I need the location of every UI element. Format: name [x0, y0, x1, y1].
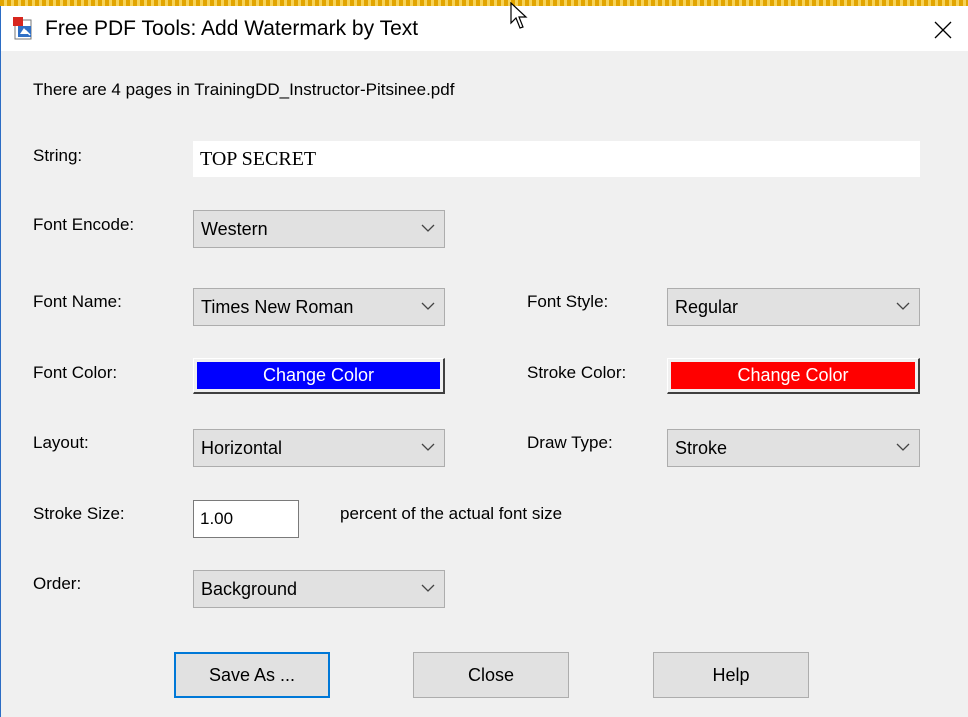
stroke-size-suffix: percent of the actual font size: [340, 504, 563, 523]
font-name-value: Times New Roman: [201, 297, 354, 317]
chevron-down-icon: [421, 584, 435, 592]
font-encode-label: Font Encode:: [33, 215, 135, 234]
mouse-cursor-icon: [510, 2, 528, 29]
chevron-down-icon: [421, 443, 435, 451]
close-icon: [934, 21, 952, 39]
stroke-size-input[interactable]: 1.00: [193, 500, 299, 538]
stroke-color-label: Stroke Color:: [527, 363, 627, 382]
page-count-text: There are 4 pages in TrainingDD_Instruct…: [33, 80, 455, 99]
font-encode-select[interactable]: Western: [193, 210, 445, 248]
stroke-color-button-label: Change Color: [737, 365, 849, 385]
close-button[interactable]: Close: [413, 652, 569, 698]
chevron-down-icon: [421, 302, 435, 310]
font-color-label: Font Color:: [33, 363, 118, 382]
chevron-down-icon: [421, 224, 435, 232]
stroke-color-swatch: Change Color: [671, 362, 915, 389]
draw-type-label: Draw Type:: [527, 433, 613, 452]
string-label: String:: [33, 146, 83, 165]
stroke-size-label: Stroke Size:: [33, 504, 125, 523]
watermark-string-input[interactable]: TOP SECRET: [193, 141, 920, 177]
window-left-border: [0, 6, 1, 717]
font-name-select[interactable]: Times New Roman: [193, 288, 445, 326]
order-label: Order:: [33, 574, 82, 593]
order-value: Background: [201, 579, 298, 599]
stroke-color-button[interactable]: Change Color: [667, 358, 920, 394]
font-color-swatch: Change Color: [197, 362, 440, 389]
chevron-down-icon: [896, 302, 910, 310]
draw-type-value: Stroke: [675, 438, 728, 458]
help-button[interactable]: Help: [653, 652, 809, 698]
pdf-document-icon: [13, 17, 32, 40]
font-style-select[interactable]: Regular: [667, 288, 920, 326]
font-color-button[interactable]: Change Color: [193, 358, 445, 394]
title-bar: Free PDF Tools: Add Watermark by Text: [1, 6, 968, 51]
font-encode-value: Western: [201, 219, 268, 239]
font-style-value: Regular: [675, 297, 739, 317]
window-title: Free PDF Tools: Add Watermark by Text: [45, 17, 419, 40]
order-select[interactable]: Background: [193, 570, 445, 608]
font-style-label: Font Style:: [527, 292, 609, 311]
font-color-button-label: Change Color: [262, 365, 375, 385]
layout-label: Layout:: [33, 433, 89, 452]
close-window-button[interactable]: [921, 12, 965, 48]
font-name-label: Font Name:: [33, 292, 122, 311]
chevron-down-icon: [896, 443, 910, 451]
draw-type-select[interactable]: Stroke: [667, 429, 920, 467]
layout-value: Horizontal: [201, 438, 283, 458]
layout-select[interactable]: Horizontal: [193, 429, 445, 467]
save-as-button[interactable]: Save As ...: [174, 652, 330, 698]
